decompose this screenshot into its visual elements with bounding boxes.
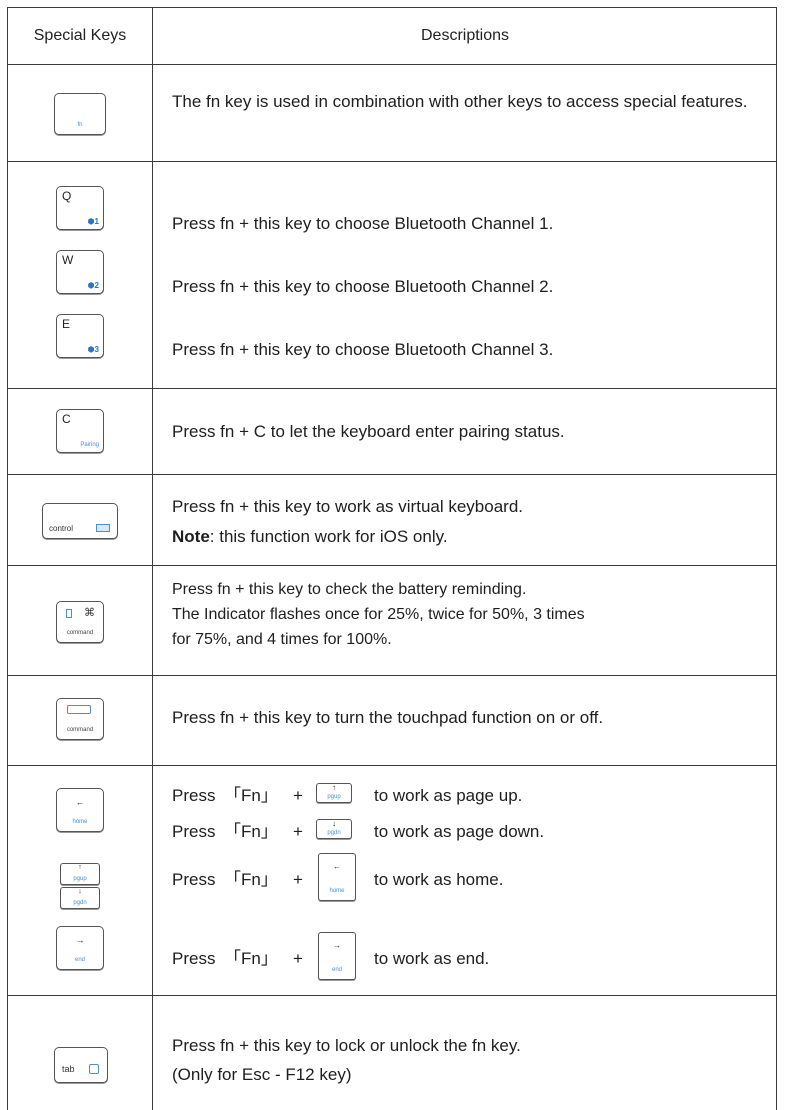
- table-row-navigation: ← home ↑ pgup ↓ pgdn → end Press 「Fn」 +: [8, 766, 776, 996]
- virtual-keyboard-icon: [96, 524, 110, 532]
- pgdn-key-icon: ↓ pgdn: [60, 887, 100, 909]
- battery-description-1: Press fn + this key to check the battery…: [172, 581, 527, 598]
- q-key-icon: Q ⬢1: [56, 186, 104, 230]
- battery-icon: [66, 609, 72, 618]
- bt-channel-2-description: Press fn + this key to choose Bluetooth …: [172, 277, 554, 296]
- pgup-inline-key-icon: ↑ pgup: [316, 783, 352, 803]
- control-description: Press fn + this key to work as virtual k…: [172, 497, 524, 516]
- control-key-icon: control: [42, 503, 118, 539]
- touchpad-icon: [67, 705, 91, 714]
- tab-key-icon: tab: [54, 1047, 108, 1083]
- home-inline-key-icon: ← home: [318, 853, 356, 901]
- command-icon: ⌘: [84, 607, 95, 619]
- fn-description: The fn key is used in combination with o…: [172, 92, 748, 111]
- end-inline-key-icon: → end: [318, 932, 356, 980]
- table-row-battery: ⌘ command Press fn + this key to check t…: [8, 566, 776, 676]
- pairing-description: Press fn + C to let the keyboard enter p…: [172, 422, 565, 441]
- table-row-tab: tab Press fn + this key to lock or unloc…: [8, 996, 776, 1110]
- header-special-keys: Special Keys: [33, 27, 127, 44]
- table-row-pairing: C Pairing Press fn + C to let the keyboa…: [8, 389, 776, 475]
- table-row-touchpad: command Press fn + this key to turn the …: [8, 676, 776, 766]
- bt-channel-3-description: Press fn + this key to choose Bluetooth …: [172, 340, 554, 359]
- control-note: Note: this function work for iOS only.: [172, 527, 448, 546]
- table-header-row: Special Keys Descriptions: [8, 8, 776, 65]
- arrow-right-icon: →: [75, 935, 85, 945]
- fn-key-icon: fn: [54, 93, 106, 135]
- battery-description-2: The Indicator flashes once for 25%, twic…: [172, 606, 585, 623]
- c-key-icon: C Pairing: [56, 409, 104, 453]
- arrow-left-icon: ←: [75, 797, 85, 807]
- bt-channel-1-description: Press fn + this key to choose Bluetooth …: [172, 214, 554, 233]
- battery-description-3: for 75%, and 4 times for 100%.: [172, 631, 392, 648]
- end-key-icon: → end: [56, 926, 104, 970]
- bluetooth-icon: ⬢1: [87, 217, 99, 226]
- pgup-key-icon: ↑ pgup: [60, 863, 100, 885]
- table-row-control: control Press fn + this key to work as v…: [8, 475, 776, 566]
- tab-note: (Only for Esc - F12 key): [172, 1065, 352, 1084]
- bluetooth-icon: ⬢2: [87, 281, 99, 290]
- w-key-icon: W ⬢2: [56, 250, 104, 294]
- touchpad-description: Press fn + this key to turn the touchpad…: [172, 708, 604, 727]
- lock-icon: [89, 1064, 99, 1074]
- pgdn-inline-key-icon: ↓ pgdn: [316, 819, 352, 839]
- bluetooth-icon: ⬢3: [87, 345, 99, 354]
- header-descriptions: Descriptions: [420, 27, 510, 44]
- e-key-icon: E ⬢3: [56, 314, 104, 358]
- battery-command-key-icon: ⌘ command: [56, 601, 104, 643]
- arrow-down-icon: ↓: [78, 888, 82, 895]
- table-row-bluetooth: Q ⬢1 W ⬢2 E ⬢3 Press fn + this key to ch…: [8, 162, 776, 389]
- touchpad-command-key-icon: command: [56, 698, 104, 740]
- special-keys-table: Special Keys Descriptions fn The fn key …: [7, 7, 777, 1110]
- home-key-icon: ← home: [56, 788, 104, 832]
- table-row-fn: fn The fn key is used in combination wit…: [8, 65, 776, 162]
- tab-description: Press fn + this key to lock or unlock th…: [172, 1036, 521, 1055]
- arrow-up-icon: ↑: [78, 864, 82, 871]
